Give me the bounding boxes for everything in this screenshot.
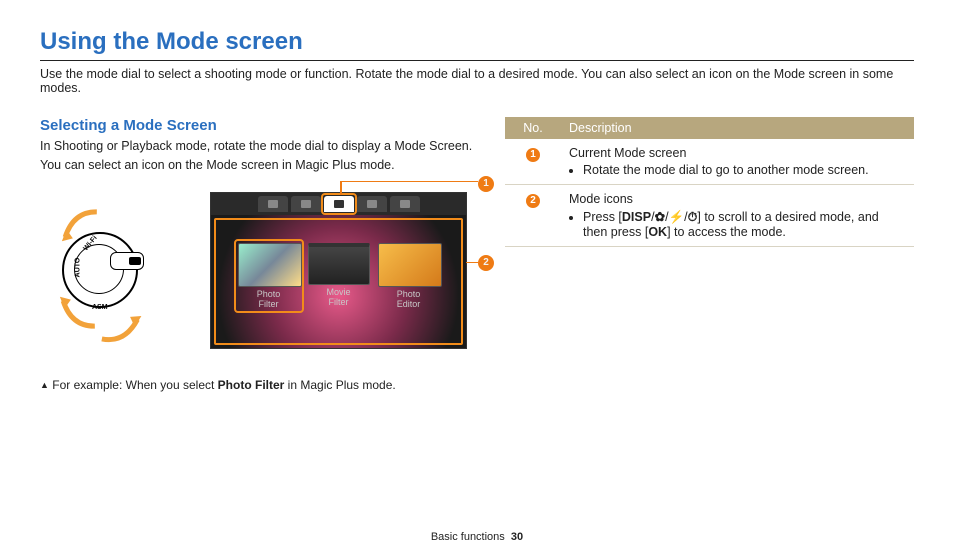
mode-tab-bar <box>211 193 466 215</box>
timer-icon: ⏱ <box>688 210 698 224</box>
mode-tab <box>357 196 387 212</box>
camera-icon <box>301 200 311 208</box>
card-label: PhotoEditor <box>378 290 440 310</box>
row-number-badge: 2 <box>526 194 540 208</box>
section-p1: In Shooting or Playback mode, rotate the… <box>40 138 475 155</box>
camera-icon <box>334 200 344 208</box>
mode-card-movie-filter: MovieFilter <box>308 243 370 310</box>
mode-card-photo-filter: PhotoFilter <box>238 243 300 310</box>
row-bullet: Rotate the mode dial to go to another mo… <box>583 163 906 177</box>
camera-icon <box>367 200 377 208</box>
screen-body: PhotoFilter MovieFilter PhotoEditor <box>211 215 466 348</box>
callout-2: 2 <box>478 255 494 271</box>
card-label: MovieFilter <box>308 288 370 308</box>
section-heading: Selecting a Mode Screen <box>40 117 475 134</box>
mode-tab <box>258 196 288 212</box>
page-title: Using the Mode screen <box>40 28 914 56</box>
thumbnail-icon <box>378 243 442 287</box>
mode-card-photo-editor: PhotoEditor <box>378 243 440 310</box>
row-title: Current Mode screen <box>569 146 906 160</box>
row-number-badge: 1 <box>526 148 540 162</box>
intro-text: Use the mode dial to select a shooting m… <box>40 67 914 95</box>
mode-icon <box>268 200 278 208</box>
dial-knob <box>110 252 144 270</box>
mode-tab <box>291 196 321 212</box>
mode-tab <box>390 196 420 212</box>
flower-icon: ✿ <box>655 210 665 224</box>
col-header-description: Description <box>561 117 914 139</box>
table-row: 2 Mode icons Press [DISP/✿/⚡/⏱] to scrol… <box>505 185 914 247</box>
col-header-no: No. <box>505 117 561 139</box>
figure-area: AUTO ASM Wi-Fi <box>40 192 475 372</box>
leader-line <box>340 181 478 183</box>
camera-icon <box>129 257 141 265</box>
page-footer: Basic functions 30 <box>0 531 954 543</box>
leader-line <box>466 262 478 264</box>
section-p2: You can select an icon on the Mode scree… <box>40 157 475 174</box>
row-title: Mode icons <box>569 192 906 206</box>
callout-1: 1 <box>478 176 494 192</box>
mode-icon <box>400 200 410 208</box>
camera-screen: PhotoFilter MovieFilter PhotoEditor <box>210 192 467 349</box>
row-bullet: Press [DISP/✿/⚡/⏱] to scroll to a desire… <box>583 209 906 239</box>
mode-tab-selected <box>324 196 354 212</box>
table-row: 1 Current Mode screen Rotate the mode di… <box>505 139 914 185</box>
table-header-row: No. Description <box>505 117 914 139</box>
description-table: No. Description 1 Current Mode screen Ro… <box>505 117 914 247</box>
thumbnail-icon <box>308 243 370 285</box>
thumbnail-icon <box>238 243 302 287</box>
leader-line <box>340 181 342 195</box>
figure-caption: ▲ For example: When you select Photo Fil… <box>40 378 475 392</box>
triangle-icon: ▲ <box>40 380 49 390</box>
mode-dial-illustration: AUTO ASM Wi-Fi <box>54 196 142 346</box>
dial-label-auto: AUTO <box>74 257 81 277</box>
title-divider <box>40 60 914 61</box>
flash-icon: ⚡ <box>669 210 685 224</box>
card-label: PhotoFilter <box>238 290 300 310</box>
dial-label-asm: ASM <box>92 304 108 311</box>
